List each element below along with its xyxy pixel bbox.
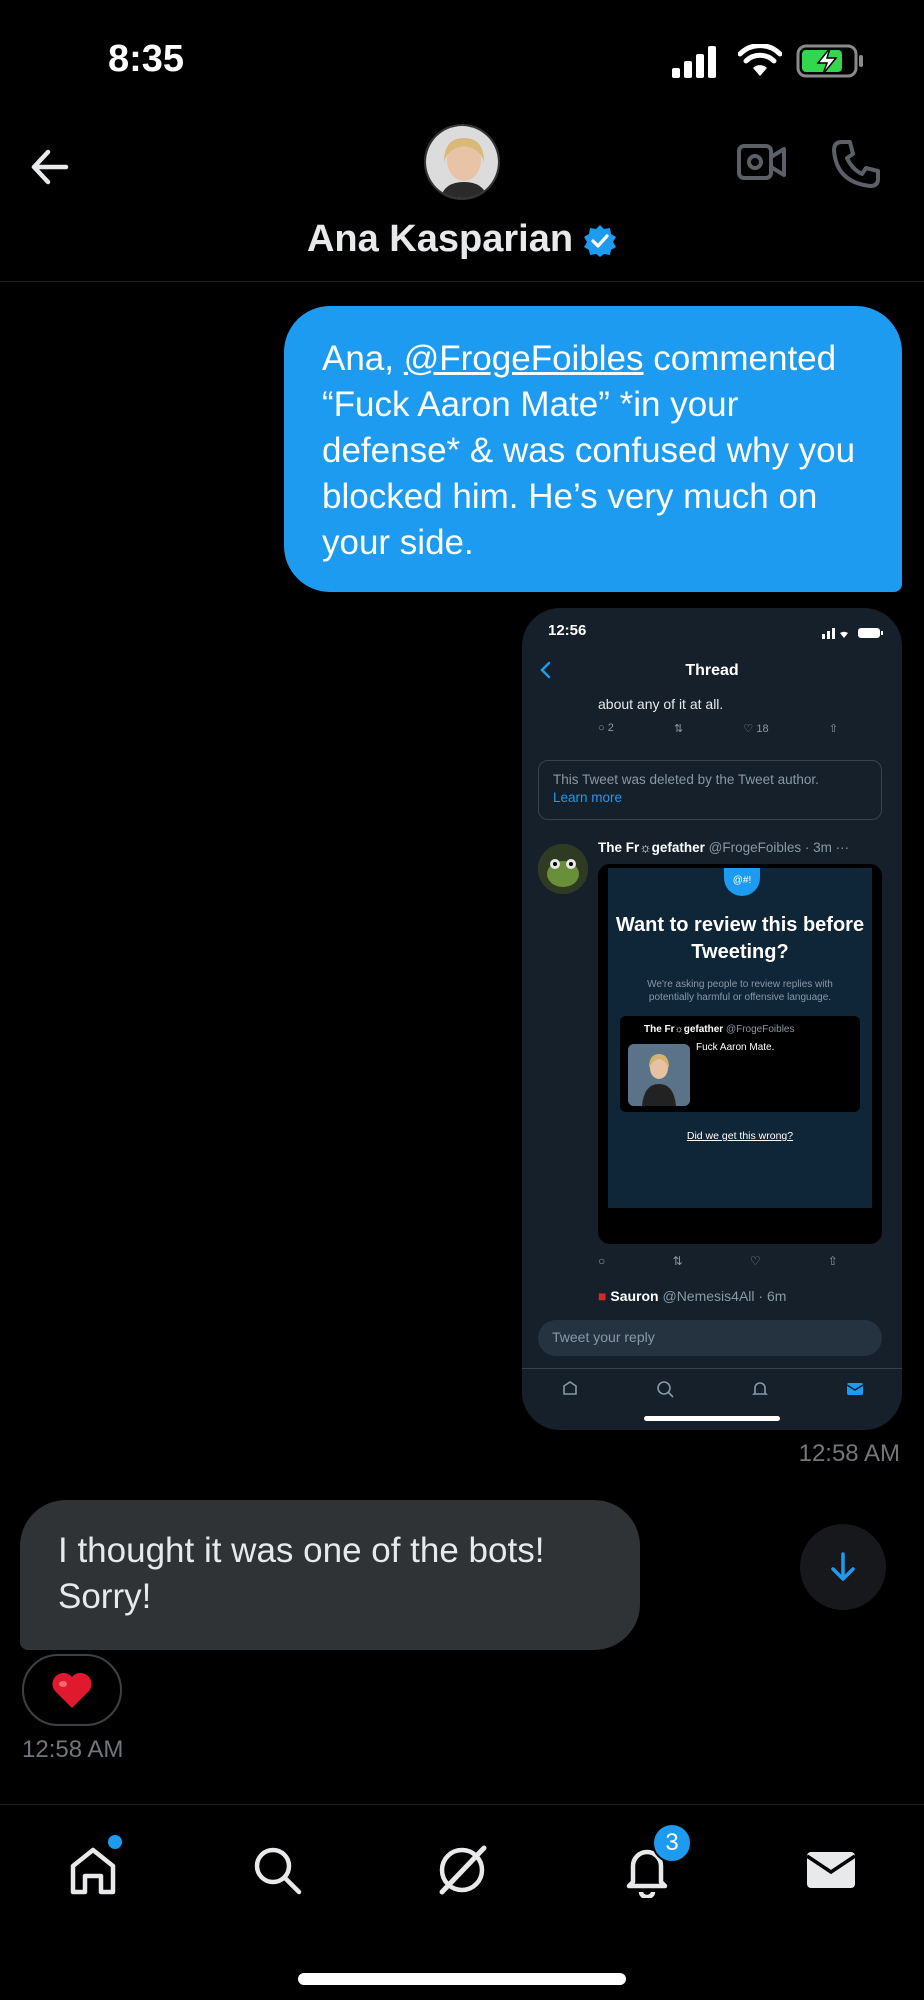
grok-icon [439,1845,487,1895]
phone-call-icon[interactable] [830,138,882,190]
screenshot-status-icons [822,628,883,639]
status-bar: 8:35 [0,0,924,120]
contact-avatar[interactable] [424,124,500,200]
nav-messages[interactable] [796,1835,866,1905]
conversation-header: Ana Kasparian [0,110,924,282]
did-we-get-wrong-link: Did we get this wrong? [686,1130,794,1142]
cellular-signal-icon [672,46,716,78]
reply-icon: ○ [598,1254,606,1268]
incoming-message[interactable]: I thought it was one of the bots! Sorry! [20,1500,640,1650]
review-title: Want to review this before Tweeting? [615,914,865,963]
review-prompt-card: @#! Want to review this before Tweeting?… [598,864,882,1244]
mention-link[interactable]: @FrogeFoibles [404,339,644,378]
heart-reaction[interactable]: ❤️ [22,1654,122,1726]
screenshot-mail-icon [846,1382,863,1395]
home-unread-dot [108,1835,122,1849]
outgoing-timestamp: 12:58 AM [798,1440,900,1467]
screenshot-next-author: ■ Sauron @Nemesis4All · 6m [598,1288,787,1304]
screenshot-tab-bar [522,1368,902,1408]
share-icon: ⇧ [827,1254,838,1268]
screenshot-thread-title: Thread [685,662,739,679]
home-icon [70,1847,116,1895]
contact-name[interactable]: Ana Kasparian [0,218,924,261]
scroll-to-bottom-button[interactable] [800,1524,886,1610]
review-subtitle: We're asking people to review replies wi… [647,979,833,1003]
screenshot-home-indicator [644,1416,780,1421]
outgoing-message[interactable]: Ana, @FrogeFoibles commented “Fuck Aaron… [284,306,902,592]
like-icon: ♡ 18 [743,723,769,735]
screenshot-prev-tweet-text: about any of it at all. [598,696,724,712]
wifi-icon [738,44,782,76]
nav-search[interactable] [242,1835,312,1905]
bottom-navigation: 3 [0,1804,924,2000]
learn-more-link: Learn more [553,790,623,805]
frog-avatar [538,844,588,894]
screenshot-author: The Fr☼gefather @FrogeFoibles · 3m ··· [598,840,850,855]
heart-icon [52,1672,92,1708]
screenshot-spaces-icon [562,1380,577,1395]
retweet-icon: ⇅ [674,723,684,735]
quoted-tweet-image [628,1044,690,1106]
back-arrow-icon[interactable] [26,142,76,192]
arrow-down-icon [831,1552,855,1581]
search-icon [254,1847,302,1895]
retweet-icon: ⇅ [672,1254,683,1268]
screenshot-prev-tweet-actions: ○ 2 ⇅ ♡ 18 ⇧ [598,722,838,735]
battery-charging-icon [796,44,863,78]
verified-badge-icon [584,224,617,257]
screenshot-attachment[interactable]: 12:56 Thread about any of it at all. ○ 2… [522,608,902,1430]
deleted-tweet-notice: This Tweet was deleted by the Tweet auth… [538,760,882,820]
nav-home[interactable] [58,1835,128,1905]
like-icon: ♡ [749,1254,761,1268]
notification-count-badge: 3 [652,1823,692,1863]
screenshot-search-icon [656,1380,674,1398]
reply-icon: ○ 2 [598,722,614,734]
screenshot-reply-field: Tweet your reply [538,1320,882,1356]
quoted-tweet: The Fr☼gefather @FrogeFoibles Fuck Aaron… [620,1016,860,1112]
review-badge: @#! [724,868,760,896]
video-call-icon[interactable] [736,138,788,186]
share-icon: ⇧ [828,723,838,735]
screenshot-bell-icon [751,1381,768,1395]
home-indicator [298,1973,626,1985]
screenshot-status-time: 12:56 [548,622,587,639]
mail-icon [806,1852,856,1888]
canada-flag-icon: ■ [598,1288,607,1304]
screenshot-tweet-actions: ○ ⇅ ♡ ⇧ [598,1254,838,1268]
nav-grok[interactable] [427,1835,497,1905]
status-time: 8:35 [108,38,185,80]
incoming-timestamp: 12:58 AM [22,1736,124,1763]
